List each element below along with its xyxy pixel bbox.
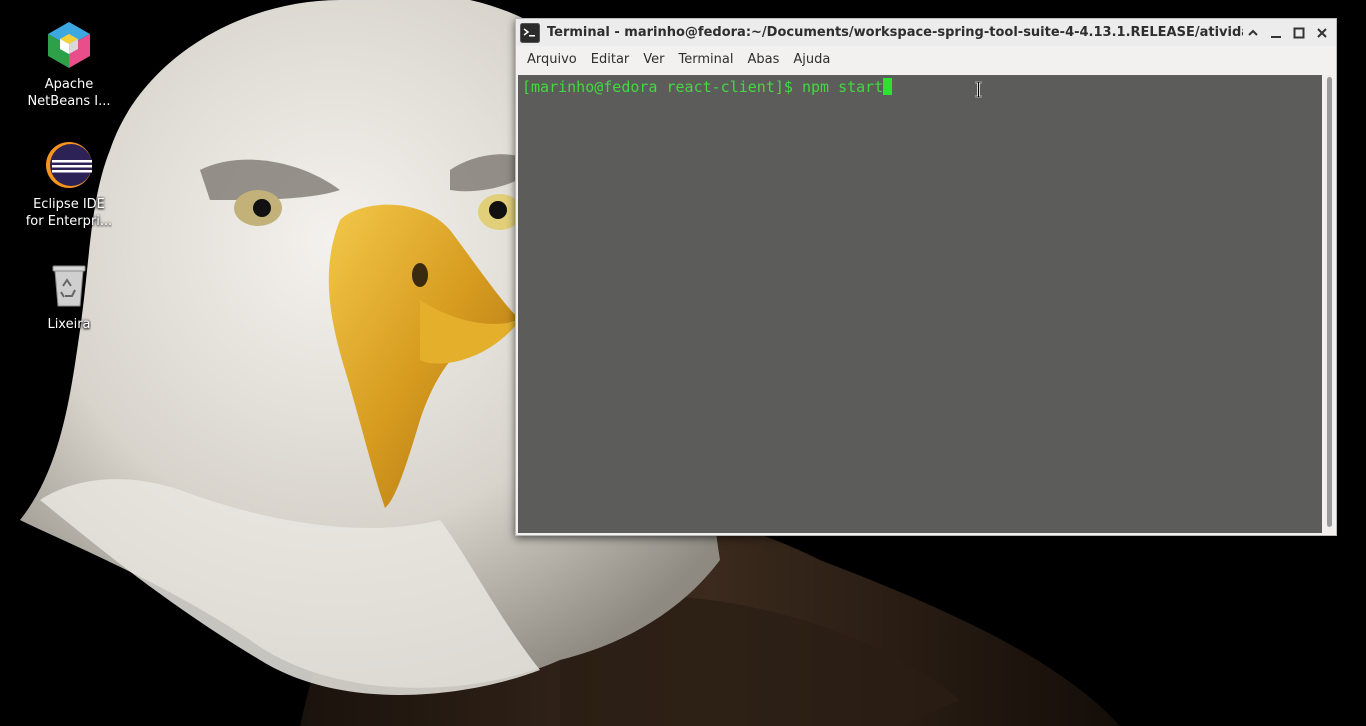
terminal-app-icon bbox=[520, 22, 540, 43]
menu-arquivo[interactable]: Arquivo bbox=[520, 48, 584, 72]
eclipse-icon bbox=[44, 140, 94, 190]
terminal-line: [marinho@fedora react-client]$ npm start bbox=[522, 77, 893, 97]
maximize-icon bbox=[1293, 27, 1304, 38]
shade-button[interactable] bbox=[1241, 21, 1264, 44]
desktop-icon-label: Lixeira bbox=[47, 317, 91, 332]
close-button[interactable] bbox=[1310, 21, 1333, 44]
netbeans-icon bbox=[44, 20, 94, 70]
terminal-window[interactable]: Terminal - marinho@fedora:~/Documents/wo… bbox=[515, 18, 1337, 536]
vertical-scrollbar[interactable] bbox=[1325, 75, 1334, 533]
menu-terminal[interactable]: Terminal bbox=[672, 48, 741, 72]
menu-editar[interactable]: Editar bbox=[584, 48, 637, 72]
terminal-output[interactable]: [marinho@fedora react-client]$ npm start bbox=[518, 75, 1322, 533]
chevron-up-icon bbox=[1247, 29, 1258, 36]
ibeam-cursor-icon bbox=[975, 81, 982, 98]
desktop-icon-eclipse[interactable]: Eclipse IDE for Enterpri... bbox=[14, 140, 124, 230]
minimize-button[interactable] bbox=[1264, 21, 1287, 44]
window-title: Terminal - marinho@fedora:~/Documents/wo… bbox=[547, 25, 1243, 40]
desktop-icon-label: Apache NetBeans I... bbox=[27, 77, 111, 109]
minimize-icon bbox=[1270, 35, 1281, 38]
menu-ajuda[interactable]: Ajuda bbox=[786, 48, 837, 72]
desktop-icon-label: Eclipse IDE for Enterpri... bbox=[25, 197, 113, 229]
maximize-button[interactable] bbox=[1287, 21, 1310, 44]
trash-icon bbox=[44, 260, 94, 310]
close-icon bbox=[1316, 27, 1327, 38]
prompt-text: [marinho@fedora react-client]$ npm start bbox=[522, 78, 884, 96]
menu-bar: Arquivo Editar Ver Terminal Abas Ajuda bbox=[516, 47, 1336, 73]
scrollbar-thumb[interactable] bbox=[1327, 77, 1332, 527]
desktop-icon-netbeans[interactable]: Apache NetBeans I... bbox=[14, 20, 124, 110]
menu-ver[interactable]: Ver bbox=[636, 48, 671, 72]
menu-abas[interactable]: Abas bbox=[740, 48, 786, 72]
title-bar[interactable]: Terminal - marinho@fedora:~/Documents/wo… bbox=[516, 19, 1336, 46]
desktop-icon-trash[interactable]: Lixeira bbox=[14, 260, 124, 333]
text-cursor bbox=[883, 78, 893, 95]
